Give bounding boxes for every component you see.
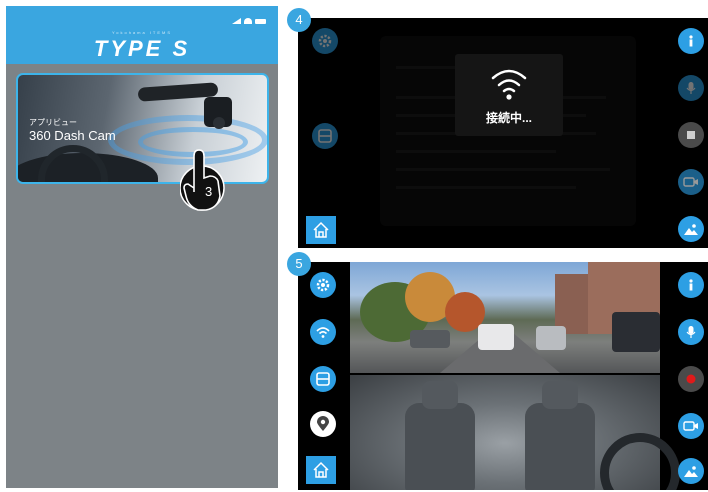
microphone-icon <box>686 82 696 94</box>
steering-wheel <box>600 433 680 490</box>
wifi-button[interactable] <box>310 319 336 345</box>
video-button[interactable] <box>678 413 704 439</box>
video-camera-icon <box>683 177 698 187</box>
microphone-icon <box>686 326 696 338</box>
settings-button[interactable] <box>310 272 336 298</box>
info-button[interactable] <box>678 28 704 54</box>
brand-tagline: Yokohama ITEMS <box>111 30 173 35</box>
microphone-button[interactable] <box>678 75 704 101</box>
microphone-button[interactable] <box>678 319 704 345</box>
split-layout-icon <box>316 372 330 386</box>
location-button[interactable] <box>310 411 336 437</box>
info-button[interactable] <box>678 272 704 298</box>
layout-button[interactable] <box>310 366 336 392</box>
home-icon <box>313 221 329 238</box>
interior-camera-feed <box>350 373 680 490</box>
wifi-icon <box>491 69 527 100</box>
app-header: Yokohama ITEMS TYPE S <box>6 6 278 64</box>
app-screen-connecting: 接続中... <box>298 18 708 248</box>
phone-home-screen: Yokohama ITEMS TYPE S アプリビュー 360 Dash Ca… <box>6 6 278 488</box>
battery-icon <box>255 18 266 24</box>
gallery-icon <box>684 466 698 477</box>
dash-cam-app-card[interactable]: アプリビュー 360 Dash Cam <box>16 73 269 184</box>
location-pin-icon <box>317 416 329 431</box>
connecting-status-text: 接続中... <box>485 111 532 125</box>
wifi-icon <box>316 327 330 338</box>
status-bar <box>232 18 266 24</box>
app-card-kana: アプリビュー <box>29 118 77 127</box>
app-screen-live-view <box>298 262 708 490</box>
split-layout-icon <box>318 129 332 143</box>
home-button[interactable] <box>306 216 336 244</box>
connecting-popup: 接続中... <box>455 54 563 136</box>
gallery-button[interactable] <box>678 458 704 484</box>
video-button[interactable] <box>678 169 704 195</box>
home-icon <box>313 461 329 478</box>
gear-icon <box>318 34 332 48</box>
record-icon <box>686 374 696 384</box>
settings-button[interactable] <box>312 28 338 54</box>
stop-icon <box>687 131 695 139</box>
stop-button[interactable] <box>678 122 704 148</box>
step-number-badge: 4 <box>287 8 311 32</box>
home-button[interactable] <box>306 456 336 484</box>
info-icon <box>689 35 693 47</box>
dash-cam-device-graphic <box>204 97 232 129</box>
front-camera-feed <box>350 262 660 373</box>
steering-wheel-graphic <box>38 145 108 182</box>
signal-icon <box>232 18 241 24</box>
gear-icon <box>316 278 330 292</box>
tap-step-number: 3 <box>205 184 212 199</box>
app-card-title: 360 Dash Cam <box>29 128 116 143</box>
record-button[interactable] <box>678 366 704 392</box>
gallery-button[interactable] <box>678 216 704 242</box>
brand-logo: TYPE S <box>93 36 191 61</box>
layout-button[interactable] <box>312 123 338 149</box>
gallery-icon <box>684 224 698 235</box>
info-icon <box>689 279 693 291</box>
video-camera-icon <box>683 421 698 431</box>
tap-hand-icon: 3 <box>180 149 225 211</box>
step-number-badge: 5 <box>287 252 311 276</box>
wifi-status-icon <box>244 18 252 24</box>
